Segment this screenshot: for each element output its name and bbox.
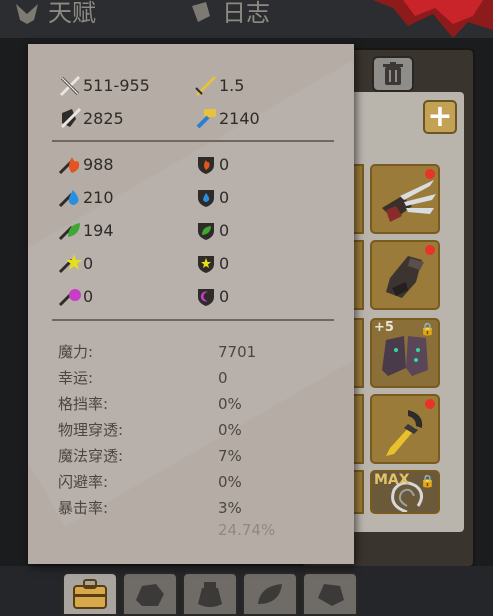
tab-talent-label: 天赋 (48, 0, 96, 27)
crit-rate-value: 3% (218, 499, 242, 517)
fire-attack-icon (58, 157, 80, 175)
block-rate-value: 0% (218, 395, 242, 413)
gold-sword-icon (195, 76, 216, 96)
lock-icon: 🔒 (420, 322, 435, 336)
fire-attack-value: 988 (83, 154, 114, 174)
rock-icon (136, 584, 164, 606)
magic-label: 魔力: (58, 343, 94, 361)
fire-resist-value: 0 (219, 154, 230, 174)
arcane-attack-stat: 0 (58, 285, 93, 307)
physical-power-stat: 2825 (58, 107, 124, 129)
cut-off-stat-value: 24.74% (218, 521, 276, 539)
fire-resist-icon (198, 157, 214, 174)
lightning-resist-stat: 0 (194, 252, 229, 274)
arcane-attack-value: 0 (83, 286, 94, 306)
nature-resist-value: 0 (219, 220, 230, 240)
new-item-indicator (425, 245, 435, 255)
water-resist-stat: 0 (194, 186, 229, 208)
hammer-icon (196, 109, 216, 129)
luck-label: 幸运: (58, 369, 94, 387)
lightning-attack-value: 0 (83, 253, 94, 273)
arcane-attack-icon (58, 289, 81, 307)
block-rate-label: 格挡率: (58, 395, 109, 413)
luck-value: 0 (218, 369, 228, 387)
tab-talent[interactable]: 天赋 (16, 0, 96, 30)
hammer-power-stat: 2140 (194, 107, 260, 129)
stone-icon (318, 584, 344, 606)
magic-penetration-label: 魔法穿透: (58, 447, 124, 465)
fire-resist-stat: 0 (194, 153, 229, 175)
tab-log[interactable]: 日志 (192, 0, 270, 30)
tab-bag[interactable] (62, 572, 118, 616)
decorative-red-crystal (373, 0, 493, 38)
add-button[interactable]: + (423, 100, 457, 134)
nature-attack-icon (58, 223, 80, 241)
crit-rate-label: 暴击率: (58, 499, 109, 517)
physical-power-value: 2825 (83, 108, 124, 128)
equipment-slot[interactable]: MAX 🔒 (370, 470, 440, 514)
shielded-sword-icon (60, 107, 82, 129)
attack-speed-value: 1.5 (219, 75, 245, 95)
lightning-resist-value: 0 (219, 253, 230, 273)
lightning-attack-icon (58, 254, 82, 274)
physical-penetration-label: 物理穿透: (58, 421, 124, 439)
section-divider (52, 319, 334, 321)
log-icon (192, 2, 210, 22)
physical-damage-value: 511-955 (83, 75, 150, 95)
physical-damage-stat: 511-955 (58, 74, 150, 96)
enhance-level-badge: +5 (374, 320, 394, 335)
tab-leaf[interactable] (242, 572, 298, 616)
water-resist-value: 0 (219, 187, 230, 207)
water-attack-icon (58, 190, 79, 208)
tab-log-label: 日志 (222, 0, 270, 27)
new-item-indicator (425, 169, 435, 179)
trash-icon (383, 62, 403, 85)
section-divider (52, 140, 334, 142)
equipment-slot[interactable] (370, 164, 440, 234)
lock-icon: 🔒 (420, 474, 435, 488)
pouch-icon (198, 582, 222, 607)
tab-pouch[interactable] (182, 572, 238, 616)
arcane-resist-value: 0 (219, 286, 230, 306)
physical-penetration-value: 0% (218, 421, 242, 439)
dodge-rate-label: 闪避率: (58, 473, 109, 491)
talent-icon (16, 4, 38, 24)
tab-stone[interactable] (302, 572, 358, 616)
magic-value: 7701 (218, 343, 257, 361)
crossed-swords-icon (60, 76, 80, 96)
nature-attack-stat: 194 (58, 219, 114, 241)
bag-icon (73, 579, 107, 609)
trash-button[interactable] (372, 56, 414, 92)
new-item-indicator (425, 399, 435, 409)
leaf-icon (258, 584, 282, 604)
water-resist-icon (198, 190, 214, 207)
arcane-resist-stat: 0 (194, 285, 229, 307)
equipment-slot[interactable] (370, 394, 440, 464)
plus-icon: + (427, 99, 453, 134)
lightning-attack-stat: 0 (58, 252, 93, 274)
hammer-power-value: 2140 (219, 108, 260, 128)
water-attack-value: 210 (83, 187, 114, 207)
dodge-rate-value: 0% (218, 473, 242, 491)
equipment-slot[interactable] (370, 240, 440, 310)
equipment-slot[interactable]: +5 🔒 (370, 318, 440, 388)
attack-speed-stat: 1.5 (194, 74, 244, 96)
nature-resist-icon (198, 223, 214, 240)
tab-rock[interactable] (122, 572, 178, 616)
nature-resist-stat: 0 (194, 219, 229, 241)
magic-penetration-value: 7% (218, 447, 242, 465)
lightning-resist-icon (198, 256, 214, 273)
fire-attack-stat: 988 (58, 153, 114, 175)
water-attack-stat: 210 (58, 186, 114, 208)
arcane-resist-icon (198, 289, 214, 306)
nature-attack-value: 194 (83, 220, 114, 240)
character-stats-panel: 511-955 1.5 2825 2140 988 0 210 0 194 0 … (28, 44, 354, 564)
max-level-badge: MAX (374, 472, 410, 488)
